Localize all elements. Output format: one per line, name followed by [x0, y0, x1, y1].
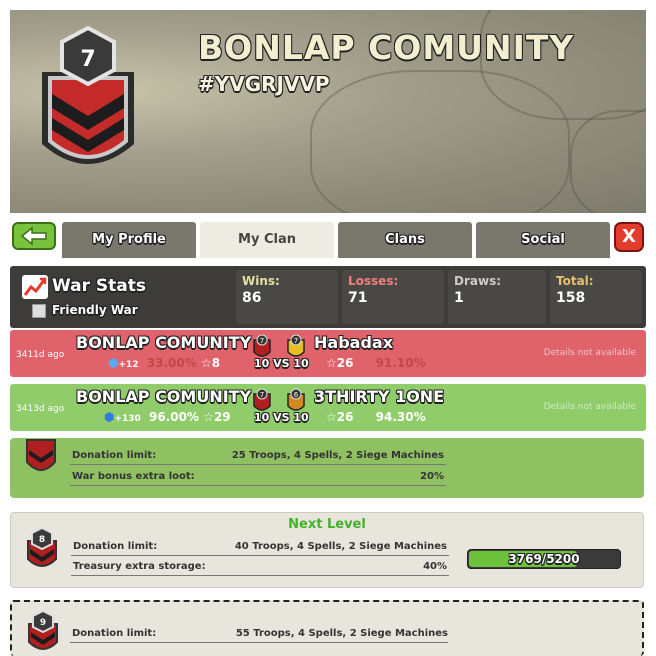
clan-badge-icon: 7	[42, 25, 134, 164]
draws-stat: Draws: 1	[448, 270, 546, 324]
donation-limit-value: 40 Troops, 4 Spells, 2 Siege Machines	[234, 541, 447, 552]
current-perks-panel: Donation limit: 25 Troops, 4 Spells, 2 S…	[10, 438, 644, 498]
tab-clans[interactable]: Clans	[338, 222, 472, 258]
war-bonus-label: War bonus extra loot:	[72, 471, 195, 482]
xp-value: +12	[118, 360, 139, 370]
divider	[71, 575, 449, 576]
back-button[interactable]	[12, 222, 56, 250]
star-icon: ☆	[326, 356, 337, 370]
tab-label: My Profile	[92, 232, 166, 247]
tab-my-clan[interactable]: My Clan	[200, 222, 334, 258]
details-status: Details not available	[543, 402, 636, 412]
clan-badge-icon: 9	[28, 610, 58, 650]
badge-level-text: 8	[39, 535, 45, 545]
opponent-stars-value: 26	[336, 410, 354, 424]
opponent-stars-value: 26	[336, 356, 354, 370]
donation-limit-label: Donation limit:	[73, 541, 158, 552]
clan-level-text: 6	[294, 391, 299, 399]
star-icon: ☆	[200, 356, 212, 370]
divider	[70, 485, 446, 486]
war-stats-line: ⬢+130 96.00% ☆29	[104, 410, 231, 424]
war-size: 10 VS 10	[254, 357, 309, 370]
war-stats-line: ⬢+12 33.00% ☆8	[108, 356, 220, 370]
war-size: 10 VS 10	[254, 411, 309, 424]
opponent-clan-name: 3THIRTY 1ONE	[314, 387, 445, 406]
tab-label: Social	[521, 232, 565, 247]
clan-level-text: 7	[80, 47, 95, 72]
war-time-ago: 3413d ago	[16, 404, 65, 414]
losses-stat: Losses: 71	[342, 270, 444, 324]
draws-value: 1	[454, 290, 464, 306]
friendly-war-label: Friendly War	[52, 303, 138, 317]
tab-label: My Clan	[238, 232, 296, 247]
war-stats-title: War Stats	[52, 276, 147, 296]
xp-icon: ⬢	[104, 410, 115, 424]
back-arrow-icon	[20, 226, 47, 246]
divider	[71, 555, 449, 556]
xp-icon: ⬢	[108, 356, 119, 370]
opponent-clan-name: Habadax	[314, 333, 394, 352]
total-label: Total:	[556, 274, 594, 288]
clan-level-text: 7	[260, 391, 264, 399]
tab-label: Clans	[385, 232, 425, 247]
war-stats-panel: War Stats Friendly War Wins: 86 Losses: …	[10, 266, 646, 328]
stars-value: 8	[211, 356, 221, 370]
clan-xp-progress-bar: 3769/5200	[467, 549, 621, 569]
tab-my-profile[interactable]: My Profile	[62, 222, 196, 258]
treasury-storage-value: 40%	[423, 561, 447, 572]
clan-badge-icon	[26, 439, 56, 471]
details-status: Details not available	[543, 348, 636, 358]
losses-value: 71	[348, 290, 368, 306]
war-time-ago: 3411d ago	[16, 350, 65, 360]
attack-percent: 33.00%	[146, 356, 197, 370]
war-log-row[interactable]: 3411d ago BONLAP COMUNITY 7 7 Habadax ⬢+…	[10, 330, 646, 377]
wins-stat: Wins: 86	[236, 270, 338, 324]
total-stat: Total: 158	[550, 270, 642, 324]
stars-value: 29	[213, 410, 231, 424]
war-log-row[interactable]: 3413d ago BONLAP COMUNITY 7 6 3THIRTY 1O…	[10, 384, 646, 431]
opponent-attack-percent: 91.10%	[375, 356, 426, 370]
progress-text: 3769/5200	[508, 552, 580, 566]
war-chart-icon	[22, 275, 48, 299]
clan-banner: 7 BONLAP COMUNITY #YVGRJVVP	[10, 10, 646, 213]
star-icon: ☆	[203, 410, 214, 424]
clan-tag: #YVGRJVVP	[198, 72, 330, 96]
friendly-war-checkbox[interactable]	[32, 304, 46, 318]
donation-limit-value: 55 Troops, 4 Spells, 2 Siege Machines	[235, 628, 448, 639]
wins-value: 86	[242, 290, 262, 306]
xp-value: +130	[114, 414, 141, 424]
divider	[70, 642, 448, 643]
future-level-panel: 9 Donation limit: 55 Troops, 4 Spells, 2…	[10, 600, 644, 656]
clan-name: BONLAP COMUNITY	[198, 28, 575, 67]
clan-level-text: 7	[294, 337, 298, 345]
donation-limit-label: Donation limit:	[72, 450, 157, 461]
close-button[interactable]: X	[614, 222, 644, 252]
opponent-stats-line: ☆26 91.10%	[326, 356, 426, 370]
total-value: 158	[556, 290, 586, 306]
clan-level-text: 7	[260, 337, 264, 345]
badge-level-text: 9	[40, 618, 46, 628]
map-decoration	[570, 110, 646, 213]
donation-limit-label: Donation limit:	[72, 628, 157, 639]
divider	[70, 464, 446, 465]
next-level-heading: Next Level	[288, 517, 366, 532]
clan-badge-icon: 8	[27, 527, 57, 567]
tab-social[interactable]: Social	[476, 222, 610, 258]
opponent-attack-percent: 94.30%	[375, 410, 426, 424]
treasury-storage-label: Treasury extra storage:	[73, 561, 206, 572]
war-clan-name: BONLAP COMUNITY	[76, 387, 252, 406]
war-clan-name: BONLAP COMUNITY	[76, 333, 252, 352]
wins-label: Wins:	[242, 274, 280, 288]
war-bonus-value: 20%	[420, 471, 444, 482]
tab-bar: My Profile My Clan Clans Social X	[10, 218, 646, 258]
close-icon: X	[622, 226, 636, 247]
attack-percent: 96.00%	[149, 410, 199, 424]
opponent-stats-line: ☆26 94.30%	[326, 410, 426, 424]
star-icon: ☆	[326, 410, 337, 424]
losses-label: Losses:	[348, 274, 399, 288]
draws-label: Draws:	[454, 274, 502, 288]
donation-limit-value: 25 Troops, 4 Spells, 2 Siege Machines	[231, 450, 444, 461]
next-level-panel: Next Level 8 Donation limit: 40 Troops, …	[10, 512, 644, 588]
